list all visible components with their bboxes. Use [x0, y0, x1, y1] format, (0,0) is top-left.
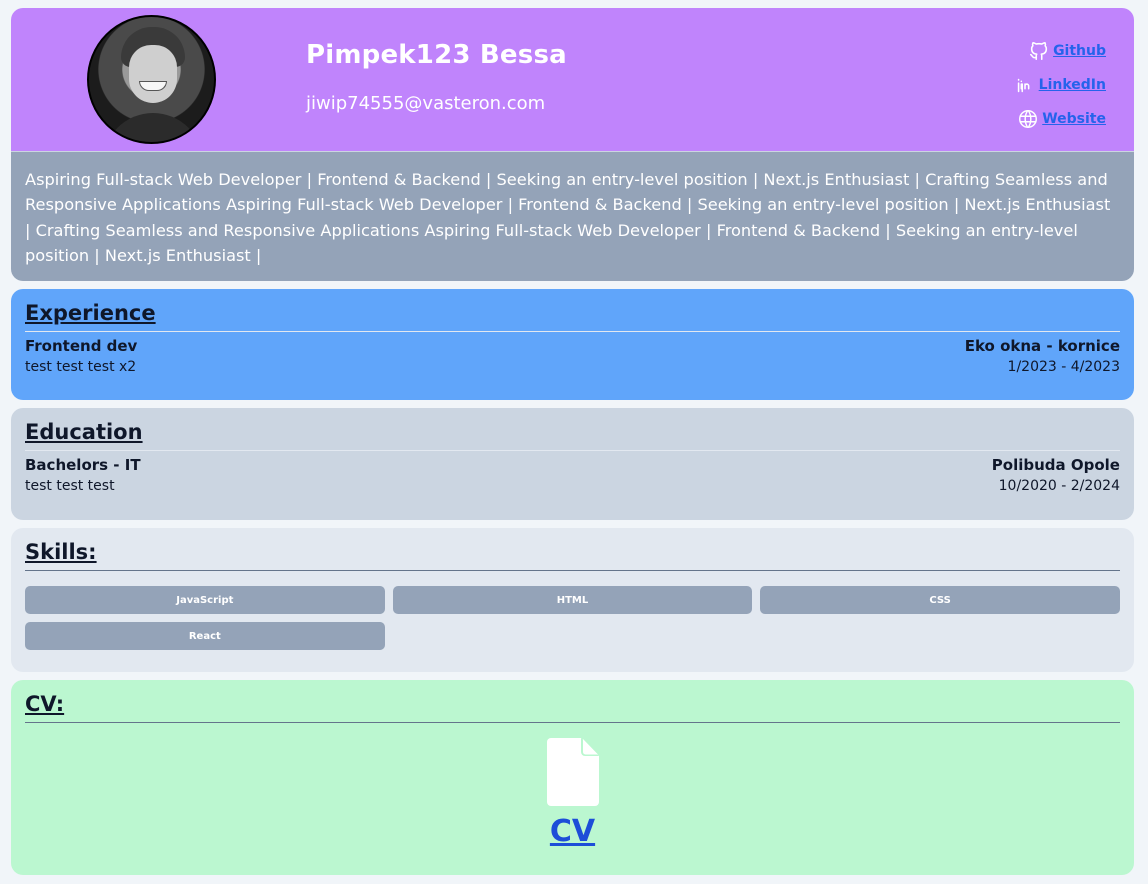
skills-heading: Skills:: [25, 540, 97, 564]
github-icon: [1030, 41, 1048, 60]
divider: [25, 722, 1120, 723]
experience-section: Experience Frontend dev test test test x…: [11, 289, 1134, 400]
avatar: [87, 15, 216, 144]
linkedin-link[interactable]: LinkedIn: [1039, 77, 1106, 93]
cv-link[interactable]: CV: [550, 814, 595, 849]
skill-badge: CSS: [760, 586, 1120, 614]
cv-heading: CV:: [25, 692, 65, 716]
file-icon[interactable]: [546, 738, 599, 806]
skills-section: Skills: JavaScript HTML CSS React: [11, 528, 1134, 672]
skills-grid: JavaScript HTML CSS React: [25, 586, 1120, 650]
education-dates: 10/2020 - 2/2024: [998, 478, 1120, 494]
education-title: Bachelors - IT: [25, 456, 141, 474]
globe-icon: [1019, 109, 1038, 128]
skill-badge: HTML: [392, 586, 753, 614]
education-heading: Education: [25, 420, 143, 444]
divider: [25, 450, 1120, 451]
divider: [25, 570, 1120, 571]
cv-section: CV: CV: [11, 680, 1134, 875]
education-description: test test test: [25, 478, 115, 494]
experience-title: Frontend dev: [25, 337, 138, 355]
profile-name: Pimpek123 Bessa: [306, 40, 567, 70]
profile-links: Github LinkedIn Website: [1014, 39, 1106, 130]
github-link[interactable]: Github: [1053, 43, 1106, 59]
experience-description: test test test x2: [25, 359, 137, 375]
github-link-row[interactable]: Github: [1028, 39, 1106, 62]
cv-download[interactable]: CV: [25, 738, 1120, 849]
education-school: Polibuda Opole: [991, 456, 1120, 474]
experience-item: Frontend dev test test test x2 Eko okna …: [25, 336, 1120, 378]
experience-dates: 1/2023 - 4/2023: [1007, 359, 1120, 375]
divider: [25, 331, 1120, 332]
experience-company: Eko okna - kornice: [964, 337, 1120, 355]
website-link-row[interactable]: Website: [1017, 107, 1106, 130]
profile-bio: Aspiring Full-stack Web Developer | Fron…: [11, 151, 1134, 281]
profile-email: jiwip74555@vasteron.com: [306, 93, 546, 114]
linkedin-icon: [1017, 78, 1030, 92]
skill-badge: React: [25, 622, 385, 650]
website-link[interactable]: Website: [1042, 111, 1106, 127]
linkedin-link-row[interactable]: LinkedIn: [1014, 73, 1106, 96]
education-item: Bachelors - IT test test test Polibuda O…: [25, 455, 1120, 497]
experience-heading: Experience: [25, 301, 156, 325]
profile-card: Pimpek123 Bessa jiwip74555@vasteron.com …: [11, 8, 1134, 281]
profile-header: Pimpek123 Bessa jiwip74555@vasteron.com …: [11, 8, 1134, 151]
skill-badge: JavaScript: [25, 586, 385, 614]
education-section: Education Bachelors - IT test test test …: [11, 408, 1134, 520]
